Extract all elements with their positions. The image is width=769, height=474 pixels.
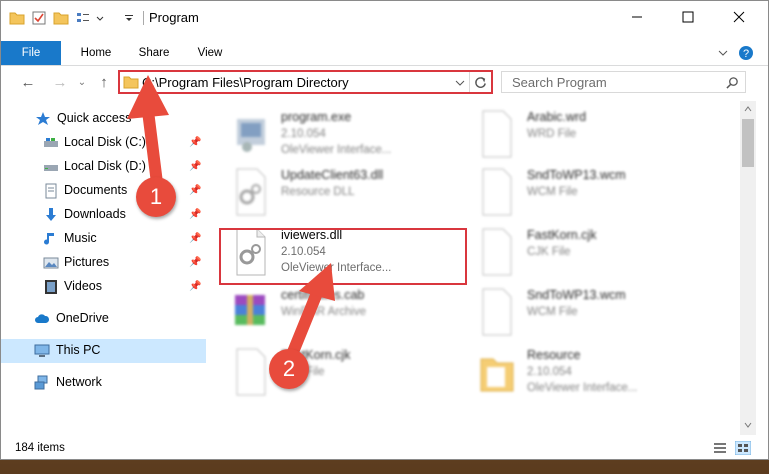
annotation-arrows [127,75,335,363]
explorer-window: Program File Home Share View ? ← → ⌄ ↑ C… [0,0,769,460]
arrow-2 [285,263,335,363]
callout-1: 1 [136,177,176,217]
callout-2: 2 [269,349,309,389]
arrow-1 [127,75,169,189]
